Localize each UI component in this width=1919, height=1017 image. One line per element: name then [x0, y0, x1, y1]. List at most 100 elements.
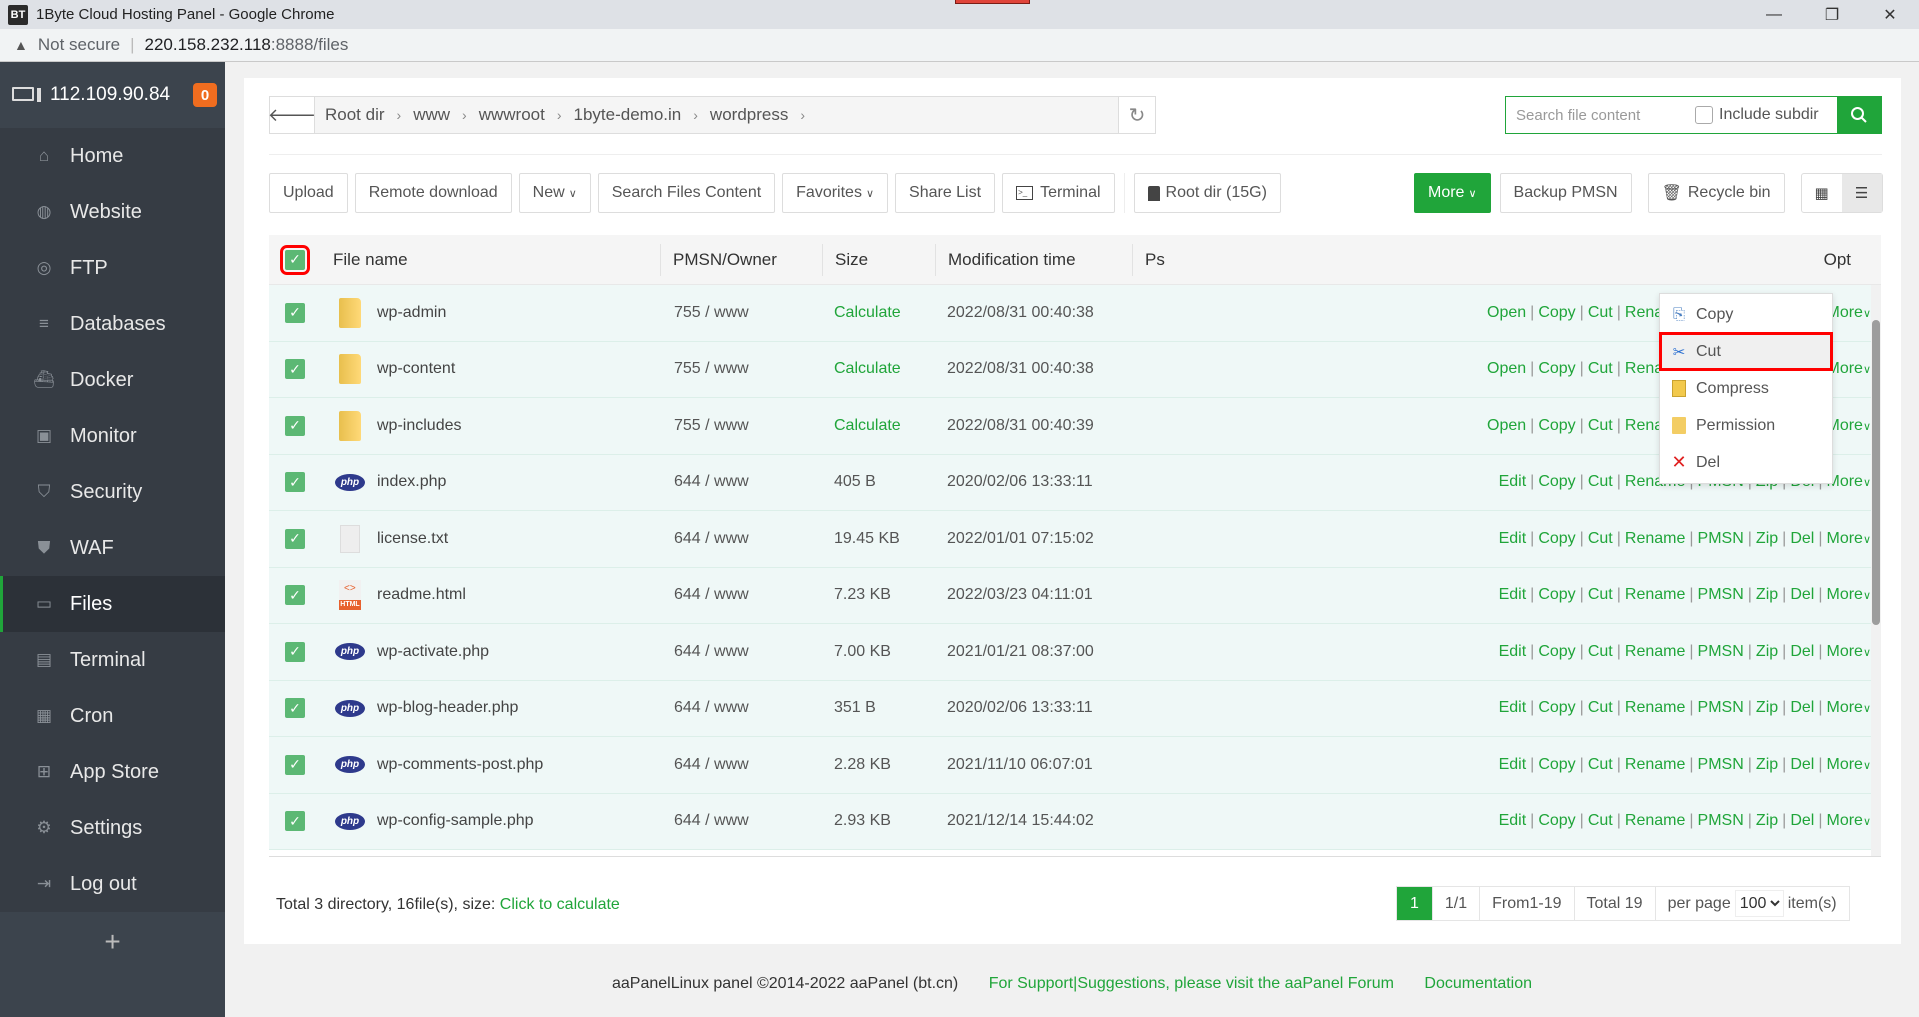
action-copy-link[interactable]: Copy — [1538, 530, 1575, 547]
support-forum-link[interactable]: For Support|Suggestions, please visit th… — [989, 975, 1394, 992]
breadcrumb-segment[interactable]: wordpress — [710, 105, 788, 125]
file-pmsn[interactable]: 755 / www — [660, 304, 822, 322]
action-open-link[interactable]: Open — [1487, 304, 1526, 321]
file-name[interactable]: index.php — [377, 473, 446, 491]
action-zip-link[interactable]: Zip — [1756, 812, 1778, 829]
column-file-name[interactable]: File name — [321, 244, 660, 276]
table-row[interactable]: ✓ php wp-activate.php 644 / www 7.00 KB 2021/… — [269, 624, 1881, 681]
more-button[interactable]: More ∨ — [1414, 173, 1491, 213]
sidebar-item-docker[interactable]: ⛴ Docker — [0, 352, 225, 408]
action-zip-link[interactable]: Zip — [1756, 699, 1778, 716]
sidebar-item-security[interactable]: ⛉ Security — [0, 464, 225, 520]
action-zip-link[interactable]: Zip — [1756, 586, 1778, 603]
action-del-link[interactable]: Del — [1790, 756, 1814, 773]
file-name[interactable]: wp-activate.php — [377, 643, 489, 661]
action-edit-link[interactable]: Edit — [1499, 643, 1527, 660]
column-modification-time[interactable]: Modification time — [935, 243, 1132, 276]
action-pmsn-link[interactable]: PMSN — [1698, 756, 1744, 773]
action-cut-link[interactable]: Cut — [1588, 756, 1613, 773]
action-more-link[interactable]: More — [1826, 586, 1862, 603]
row-checkbox[interactable]: ✓ — [285, 754, 305, 775]
action-copy-link[interactable]: Copy — [1538, 699, 1575, 716]
column-size[interactable]: Size — [822, 243, 935, 276]
action-del-link[interactable]: Del — [1790, 586, 1814, 603]
action-cut-link[interactable]: Cut — [1588, 360, 1613, 377]
row-checkbox[interactable]: ✓ — [285, 698, 305, 719]
action-rename-link[interactable]: Rename — [1625, 530, 1685, 547]
action-more-link[interactable]: More — [1826, 530, 1862, 547]
scrollbar-thumb[interactable] — [1872, 320, 1880, 625]
notification-badge[interactable]: 0 — [193, 83, 217, 107]
file-name[interactable]: readme.html — [377, 586, 466, 604]
action-copy-link[interactable]: Copy — [1538, 756, 1575, 773]
backup-pmsn-button[interactable]: Backup PMSN — [1499, 173, 1632, 213]
back-button[interactable]: 🡐 — [268, 97, 316, 133]
action-cut-link[interactable]: Cut — [1588, 473, 1613, 490]
add-menu-button[interactable]: + — [0, 912, 225, 972]
upload-button[interactable]: Upload — [269, 173, 348, 213]
documentation-link[interactable]: Documentation — [1424, 975, 1532, 992]
table-row[interactable]: ✓ php wp-comments-post.php 644 / www 2.28 KB… — [269, 737, 1881, 794]
table-row[interactable]: ✓ wp-content 755 / www Calculate 2022/08/31 … — [269, 341, 1881, 398]
column-pmsn-owner[interactable]: PMSN/Owner — [660, 243, 822, 276]
action-edit-link[interactable]: Edit — [1499, 812, 1527, 829]
action-zip-link[interactable]: Zip — [1756, 756, 1778, 773]
action-cut-link[interactable]: Cut — [1588, 530, 1613, 547]
action-edit-link[interactable]: Edit — [1499, 756, 1527, 773]
url-text[interactable]: 220.158.232.118:8888/files — [144, 35, 348, 55]
file-size[interactable]: Calculate — [822, 360, 935, 378]
table-row[interactable]: ✓ wp-admin 755 / www Calculate 2022/08/31 00… — [269, 285, 1881, 342]
table-row[interactable]: ✓ php wp-config-sample.php 644 / www 2.93 KB… — [269, 793, 1881, 850]
action-pmsn-link[interactable]: PMSN — [1698, 586, 1744, 603]
table-row[interactable]: ✓ <> HTML readme.html 644 / www 7.23 KB 2022/0… — [269, 567, 1881, 624]
file-pmsn[interactable]: 755 / www — [660, 360, 822, 378]
select-all-checkbox[interactable]: ✓ — [280, 244, 310, 275]
sidebar-item-home[interactable]: ⌂ Home — [0, 128, 225, 184]
include-subdir-label[interactable]: Include subdir — [1719, 106, 1819, 124]
action-cut-link[interactable]: Cut — [1588, 643, 1613, 660]
grid-view-icon[interactable]: ▦ — [1802, 174, 1842, 212]
menu-item-copy[interactable]: ⎘ Copy — [1660, 296, 1832, 333]
file-name[interactable]: wp-blog-header.php — [377, 699, 518, 717]
action-copy-link[interactable]: Copy — [1538, 304, 1575, 321]
action-copy-link[interactable]: Copy — [1538, 812, 1575, 829]
menu-item-del[interactable]: ✕ Del — [1660, 444, 1832, 481]
action-copy-link[interactable]: Copy — [1538, 360, 1575, 377]
action-del-link[interactable]: Del — [1790, 812, 1814, 829]
table-row[interactable]: ✓ wp-includes 755 / www Calculate 2022/08/31… — [269, 398, 1881, 455]
file-name[interactable]: wp-comments-post.php — [377, 756, 543, 774]
action-cut-link[interactable]: Cut — [1588, 699, 1613, 716]
breadcrumb-segment[interactable]: 1byte-demo.in — [574, 105, 682, 125]
file-pmsn[interactable]: 644 / www — [660, 812, 822, 830]
action-zip-link[interactable]: Zip — [1756, 530, 1778, 547]
sidebar-item-databases[interactable]: ≡ Databases — [0, 296, 225, 352]
row-checkbox[interactable]: ✓ — [285, 359, 305, 380]
action-cut-link[interactable]: Cut — [1588, 586, 1613, 603]
favorites-button[interactable]: Favorites ∨ — [782, 173, 889, 213]
table-row[interactable]: ✓ php wp-blog-header.php 644 / www 351 B 2020… — [269, 680, 1881, 737]
sidebar-item-ftp[interactable]: ◎ FTP — [0, 240, 225, 296]
file-pmsn[interactable]: 644 / www — [660, 699, 822, 717]
file-pmsn[interactable]: 644 / www — [660, 530, 822, 548]
minimize-button[interactable]: — — [1745, 0, 1803, 29]
security-label[interactable]: Not secure — [38, 35, 120, 55]
sidebar-item-log-out[interactable]: ⇥ Log out — [0, 856, 225, 912]
action-del-link[interactable]: Del — [1790, 530, 1814, 547]
action-pmsn-link[interactable]: PMSN — [1698, 643, 1744, 660]
menu-item-cut[interactable]: ✂ Cut — [1659, 332, 1833, 371]
file-size[interactable]: Calculate — [822, 417, 935, 435]
file-size[interactable]: Calculate — [822, 304, 935, 322]
action-zip-link[interactable]: Zip — [1756, 643, 1778, 660]
row-checkbox[interactable]: ✓ — [285, 302, 305, 323]
row-checkbox[interactable]: ✓ — [285, 585, 305, 606]
action-pmsn-link[interactable]: PMSN — [1698, 812, 1744, 829]
row-checkbox[interactable]: ✓ — [285, 472, 305, 493]
row-checkbox[interactable]: ✓ — [285, 811, 305, 832]
search-files-content-button[interactable]: Search Files Content — [597, 173, 776, 213]
row-checkbox[interactable]: ✓ — [285, 528, 305, 549]
file-name[interactable]: wp-includes — [377, 417, 461, 435]
sidebar-item-settings[interactable]: ⚙ Settings — [0, 800, 225, 856]
search-button[interactable] — [1837, 97, 1881, 133]
action-pmsn-link[interactable]: PMSN — [1698, 699, 1744, 716]
action-cut-link[interactable]: Cut — [1588, 812, 1613, 829]
